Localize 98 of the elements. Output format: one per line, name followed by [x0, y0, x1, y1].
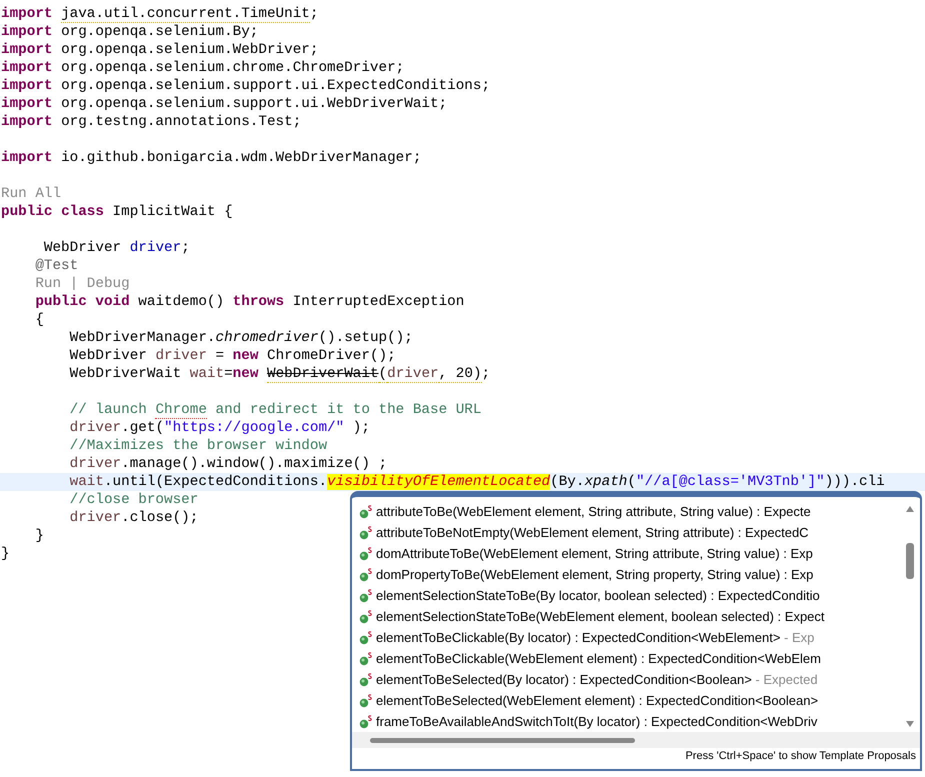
- keyword: void: [95, 294, 131, 310]
- status-hint: Press 'Ctrl+Space' to show Template Proposals: [684, 749, 917, 762]
- keyword: import: [1, 96, 54, 112]
- code-text: ().setup();: [318, 330, 413, 346]
- horizontal-scrollbar[interactable]: [352, 732, 920, 748]
- code-text: InterruptedException: [292, 294, 464, 310]
- code-text: =: [214, 348, 226, 364]
- keyword: new: [232, 366, 260, 382]
- code-comment: // launch: [68, 402, 148, 418]
- keyword: import: [1, 6, 54, 22]
- code-text: driver: [68, 456, 122, 472]
- completion-item[interactable]: attributeToBe(WebElement element, String attribute, String value) : Expecte: [352, 501, 900, 522]
- code-comment: Chrome: [155, 402, 207, 419]
- code-text: driver: [387, 366, 439, 383]
- completion-item[interactable]: elementSelectionStateToBe(By locator, boolean selected) : ExpectedConditio: [352, 585, 900, 606]
- code-text: ImplicitWait {: [112, 204, 233, 220]
- code-comment: //Maximizes the browser window: [68, 438, 328, 454]
- keyword: import: [1, 24, 54, 40]
- code-text: org.openqa.selenium.support.ui.ExpectedConditions;: [61, 78, 490, 94]
- completion-item[interactable]: domAttributeToBe(WebElement element, String attribute, String value) : Exp: [352, 543, 900, 564]
- code-text: driver: [155, 348, 207, 364]
- completion-item[interactable]: elementSelectionStateToBe(WebElement element, boolean selected) : Expect: [352, 606, 900, 627]
- static-method-icon: [359, 568, 373, 582]
- scrollbar-thumb[interactable]: [906, 543, 914, 579]
- code-text: (By.: [550, 474, 584, 490]
- code-text: WebDriver: [68, 348, 148, 364]
- keyword: import: [1, 78, 54, 94]
- code-text: WebDriver: [42, 240, 122, 256]
- keyword: import: [1, 150, 54, 166]
- string-literal: "https://google.com/": [164, 420, 344, 436]
- code-text: java.util.concurrent.TimeUnit: [61, 6, 310, 23]
- keyword: import: [1, 114, 54, 130]
- highlighted-method: visibilityOfElementLocated: [327, 474, 550, 490]
- scrollbar-thumb[interactable]: [370, 738, 635, 742]
- code-text: ;: [482, 366, 490, 382]
- code-text: chromedriver: [216, 330, 318, 346]
- code-text: org.openqa.selenium.WebDriver;: [61, 42, 318, 58]
- static-method-icon: [359, 504, 373, 518]
- keyword: import: [1, 60, 54, 76]
- code-text: xpath: [584, 474, 628, 490]
- keyword: new: [232, 348, 260, 364]
- code-text: WebDriverWait: [267, 366, 379, 383]
- static-method-icon: [359, 526, 373, 540]
- code-text: ;: [310, 6, 318, 22]
- static-method-icon: [359, 672, 373, 686]
- code-text: driver: [130, 240, 182, 256]
- code-text: }: [34, 528, 44, 544]
- code-text: ;: [181, 240, 190, 256]
- code-text: io.github.bonigarcia.wdm.WebDriverManager;: [61, 150, 422, 166]
- code-text: }: [1, 546, 10, 562]
- static-method-icon: [359, 630, 373, 644]
- code-text: .get(: [121, 420, 164, 436]
- code-text: ChromeDriver();: [267, 348, 396, 364]
- completion-item[interactable]: attributeToBeNotEmpty(WebElement element, String attribute) : ExpectedC: [352, 522, 900, 543]
- code-text: WebDriverManager.: [68, 330, 216, 346]
- string-literal: "//a[@class='MV3Tnb']": [636, 474, 825, 490]
- code-text: wait: [190, 366, 224, 382]
- code-text: .close();: [121, 510, 198, 526]
- completion-item[interactable]: elementToBeClickable(By locator) : ExpectedCondition<WebElement> - Exp: [352, 627, 900, 648]
- completion-item[interactable]: elementToBeSelected(By locator) : ExpectedCondition<Boolean> - Expected: [352, 669, 900, 690]
- static-method-icon: [359, 714, 373, 728]
- code-text: org.openqa.selenium.By;: [61, 24, 258, 40]
- code-text: driver: [68, 420, 122, 436]
- code-text: driver: [68, 510, 122, 526]
- completion-item[interactable]: elementToBeClickable(WebElement element) : ExpectedCondition<WebElem: [352, 648, 900, 669]
- annotation: @Test: [34, 258, 78, 274]
- static-method-icon: [359, 694, 373, 708]
- static-method-icon: [359, 546, 373, 560]
- code-text: org.openqa.selenium.chrome.ChromeDriver;: [61, 60, 404, 76]
- code-text: ))).cli: [824, 474, 885, 490]
- code-text: (: [378, 366, 388, 383]
- completion-item[interactable]: frameToBeAvailableAndSwitchToIt(By locator) : ExpectedCondition<WebDriv: [352, 711, 900, 732]
- code-text: );: [352, 420, 370, 436]
- code-comment: //close browser: [68, 492, 198, 508]
- keyword: public: [1, 204, 54, 220]
- completion-item[interactable]: elementToBeSelected(WebElement element) : ExpectedCondition<Boolean>: [352, 690, 900, 711]
- scroll-down-icon[interactable]: [905, 720, 915, 728]
- code-text: wait: [68, 474, 104, 490]
- code-comment: and redirect it to the Base URL: [214, 402, 482, 418]
- code-text: .until(ExpectedConditions.: [104, 474, 328, 490]
- code-text: {: [34, 312, 44, 328]
- keyword: class: [61, 204, 105, 220]
- keyword: throws: [232, 294, 286, 310]
- code-text: waitdemo(): [138, 294, 226, 310]
- completion-item[interactable]: domPropertyToBe(WebElement element, String property, String value) : Exp: [352, 564, 900, 585]
- code-text: =: [224, 366, 233, 382]
- code-text: WebDriverWait: [68, 366, 182, 382]
- static-method-icon: [359, 588, 373, 602]
- keyword: import: [1, 42, 54, 58]
- code-text: (: [627, 474, 636, 490]
- static-method-icon: [359, 652, 373, 666]
- code-text: .manage().window().maximize() ;: [121, 456, 388, 472]
- keyword: public: [34, 294, 88, 310]
- scroll-up-icon[interactable]: [905, 505, 915, 513]
- code-text: , 20): [438, 366, 482, 383]
- static-method-icon: [359, 610, 373, 624]
- code-text: org.testng.annotations.Test;: [61, 114, 302, 130]
- code-text: org.openqa.selenium.support.ui.WebDriverWait;: [61, 96, 448, 112]
